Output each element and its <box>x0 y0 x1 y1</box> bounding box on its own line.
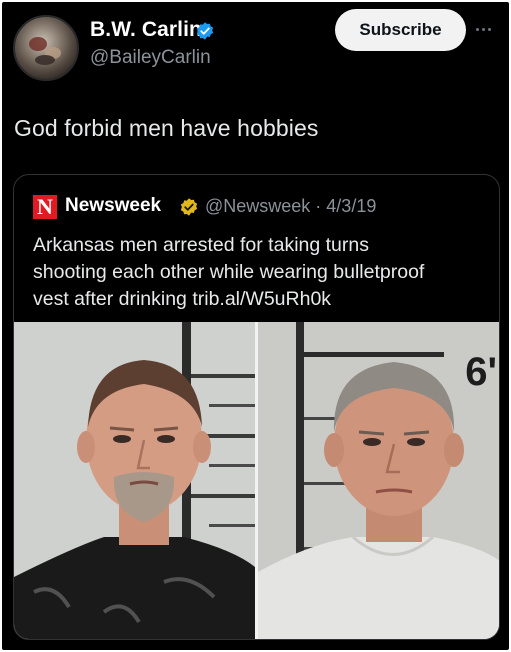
verified-badge-icon <box>196 22 214 40</box>
tweet-screen: B.W. Carlin @BaileyCarlin Subscribe God … <box>2 2 509 650</box>
gold-verified-badge-icon <box>180 198 198 216</box>
newsweek-logo: N <box>33 195 57 219</box>
height-marker-text: 6' <box>465 350 497 394</box>
quoted-text-line: vest after drinking trib.al/W5uRh0k <box>33 288 332 310</box>
quoted-handle-date: @Newsweek · 4/3/19 <box>205 196 377 216</box>
quoted-tweet-card[interactable]: N Newsweek @Newsweek · 4/3/19 Arkansas m… <box>13 174 500 640</box>
quoted-text-line: shooting each other while wearing bullet… <box>33 261 425 283</box>
mugshot-left-illustration <box>14 322 255 639</box>
subscribe-button[interactable]: Subscribe <box>335 9 466 51</box>
mugshot-right-illustration <box>258 322 499 639</box>
author-handle[interactable]: @BaileyCarlin <box>90 47 211 69</box>
quoted-source-name[interactable]: Newsweek <box>65 195 161 217</box>
author-display-name[interactable]: B.W. Carlin <box>90 18 202 42</box>
mugshot-right-image[interactable]: 6' <box>258 322 499 639</box>
quoted-text-line: Arkansas men arrested for taking turns <box>33 234 369 256</box>
avatar[interactable] <box>13 15 79 81</box>
quoted-tweet-text: Arkansas men arrested for taking turns s… <box>33 232 488 313</box>
more-options-icon[interactable] <box>476 24 502 34</box>
mugshot-left-image[interactable] <box>14 322 255 639</box>
tweet-text: God forbid men have hobbies <box>14 115 319 141</box>
